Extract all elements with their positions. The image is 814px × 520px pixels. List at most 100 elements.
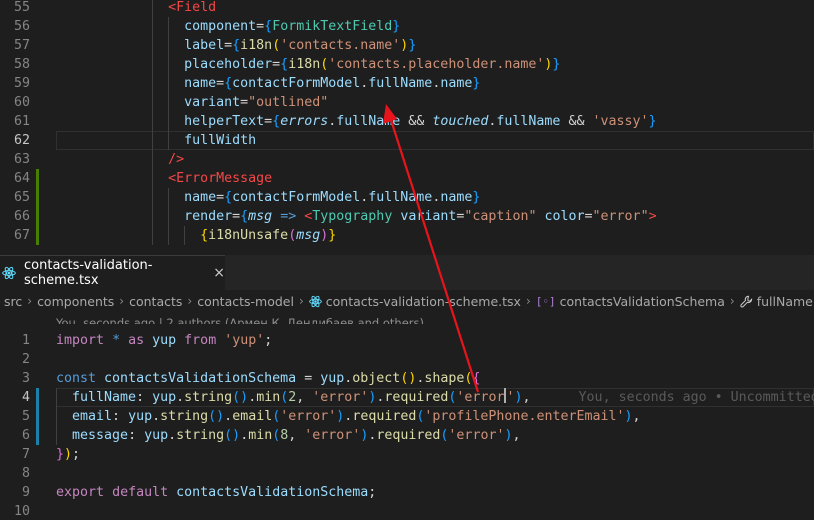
code-content[interactable]: const contactsValidationSchema = yup.obj… [56,369,480,388]
chevron-right-icon: › [187,294,193,308]
code-token: shape [424,371,465,386]
code-line[interactable]: 5 email: yup.string().email('error').req… [0,407,814,426]
code-line[interactable]: 67 {i18nUnsafe(msg)} [0,226,814,245]
breadcrumb-components[interactable]: components [37,294,114,309]
line-number: 58 [13,57,30,72]
breadcrumb-symbol-label: contactsValidationSchema [559,293,725,309]
code-token: = [216,76,225,91]
breadcrumb-contacts-model[interactable]: contacts-model [197,294,294,309]
chevron-right-icon: › [119,294,125,308]
code-line[interactable]: 63 /> [0,150,814,169]
inline-blame: You, seconds ago • Uncommitted ch [530,390,814,405]
code-token: > [648,209,657,224]
code-token: email [232,409,273,424]
code-token: component [184,19,257,34]
breadcrumb-symbol[interactable]: [◦] contactsValidationSchema [536,294,725,309]
code-token: && [400,114,433,129]
code-token: i18nUnsafe [208,228,289,243]
code-token: export [56,485,105,500]
code-content[interactable]: component={FormikTextField} [56,17,400,36]
code-line[interactable]: 61 helperText={errors.fullName && touche… [0,112,814,131]
code-content[interactable]: email: yup.string().email('error').requi… [56,407,641,426]
close-icon[interactable]: × [213,265,225,281]
code-line[interactable]: 62 fullWidth [0,131,814,150]
code-content[interactable]: }); [56,445,80,464]
code-line[interactable]: 56 component={FormikTextField} [0,17,814,36]
tab-contacts-validation-scheme[interactable]: contacts-validation-scheme.tsx × [0,255,225,290]
code-token: } [328,228,337,243]
code-line[interactable]: 60 variant="outlined" [0,93,814,112]
top-editor-lines[interactable]: 55 <Field 56 component={FormikTextField} 5… [0,0,814,245]
code-token: FormikTextField [272,19,393,34]
code-line[interactable]: 66 render={msg => <Typography variant="c… [0,207,814,226]
breadcrumb-contacts[interactable]: contacts [129,294,182,309]
code-content[interactable]: /> [56,150,184,169]
code-content[interactable]: helperText={errors.fullName && touched.f… [56,112,656,131]
code-token: <ErrorMessage [168,171,273,186]
code-line[interactable]: 57 label={i18n('contacts.name')} [0,36,814,55]
code-line[interactable]: 4 fullName: yup.string().min(2, 'error')… [0,388,814,407]
breadcrumb-property[interactable]: fullName [740,294,813,309]
code-token: , [296,390,313,405]
code-token: variant [400,209,457,224]
code-line[interactable]: 9 export default contactsValidationSchema… [0,483,814,502]
code-token: 'error' [448,428,505,443]
code-line[interactable]: 6 message: yup.string().min(8, 'error').… [0,426,814,445]
code-token: () [224,428,241,443]
code-token: 'contacts.name' [280,38,401,53]
code-token: const [56,371,97,386]
line-number: 10 [13,504,30,519]
line-number: 67 [13,228,30,243]
code-content[interactable]: name={contactFormModel.fullName.name} [56,74,480,93]
line-number: 2 [21,352,30,367]
breadcrumb-src[interactable]: src [4,294,22,309]
code-line[interactable]: 1 import * as yup from 'yup'; [0,331,814,350]
code-content[interactable]: <ErrorMessage [56,169,272,188]
code-content[interactable]: name={contactFormModel.fullName.name} [56,188,480,207]
code-line[interactable]: 55 <Field [0,0,814,17]
code-content[interactable]: <Field [56,0,216,17]
line-number: 66 [13,209,30,224]
code-line[interactable]: 58 placeholder={i18n('contacts.placehold… [0,55,814,74]
code-content[interactable]: variant="outlined" [56,93,328,112]
code-token: variant [184,95,241,110]
code-token: { [240,209,249,224]
code-line[interactable]: 59 name={contactFormModel.fullName.name} [0,74,814,93]
git-modified-marker [36,407,39,426]
code-content[interactable]: message: yup.string().min(8, 'error').re… [56,426,520,445]
code-line[interactable]: 2 [0,350,814,369]
code-content[interactable]: render={msg => <Typography variant="capt… [56,207,657,226]
code-line[interactable]: 8 [0,464,814,483]
code-token: string [176,428,225,443]
code-line[interactable]: 7}); [0,445,814,464]
code-line[interactable]: 64 <ErrorMessage [0,169,814,188]
code-token: name [184,190,217,205]
line-number: 62 [13,133,30,148]
code-token: } [552,57,561,72]
code-content[interactable]: import * as yup from 'yup'; [56,331,272,350]
top-editor-pane[interactable]: 55 <Field 56 component={FormikTextField} 5… [0,0,814,255]
code-token: 'error' [304,428,361,443]
bottom-editor-pane[interactable]: 1 import * as yup from 'yup'; 2 3 const cont… [0,324,814,520]
code-content[interactable]: label={i18n('contacts.name')} [56,36,416,55]
code-token: . [152,409,161,424]
code-content[interactable]: fullWidth [56,131,256,150]
code-token: string [184,390,233,405]
code-token: = [264,114,273,129]
breadcrumb-file[interactable]: contacts-validation-scheme.tsx [308,294,521,309]
chevron-right-icon: › [27,294,33,308]
code-content[interactable]: fullName: yup.string().min(2, 'error').r… [56,388,814,407]
code-token: 'yup' [224,333,265,348]
code-content[interactable]: placeholder={i18n('contacts.placeholder.… [56,55,560,74]
code-token: { [224,76,233,91]
code-token: yup [320,371,345,386]
bottom-editor-lines[interactable]: 1 import * as yup from 'yup'; 2 3 const cont… [0,331,814,520]
code-token: label [184,38,225,53]
code-line[interactable]: 65 name={contactFormModel.fullName.name} [0,188,814,207]
code-line[interactable]: 3 const contactsValidationSchema = yup.ob… [0,369,814,388]
code-content[interactable]: export default contactsValidationSchema; [56,483,376,502]
code-content[interactable]: {i18nUnsafe(msg)} [56,226,336,245]
code-line[interactable]: 10 [0,502,814,520]
